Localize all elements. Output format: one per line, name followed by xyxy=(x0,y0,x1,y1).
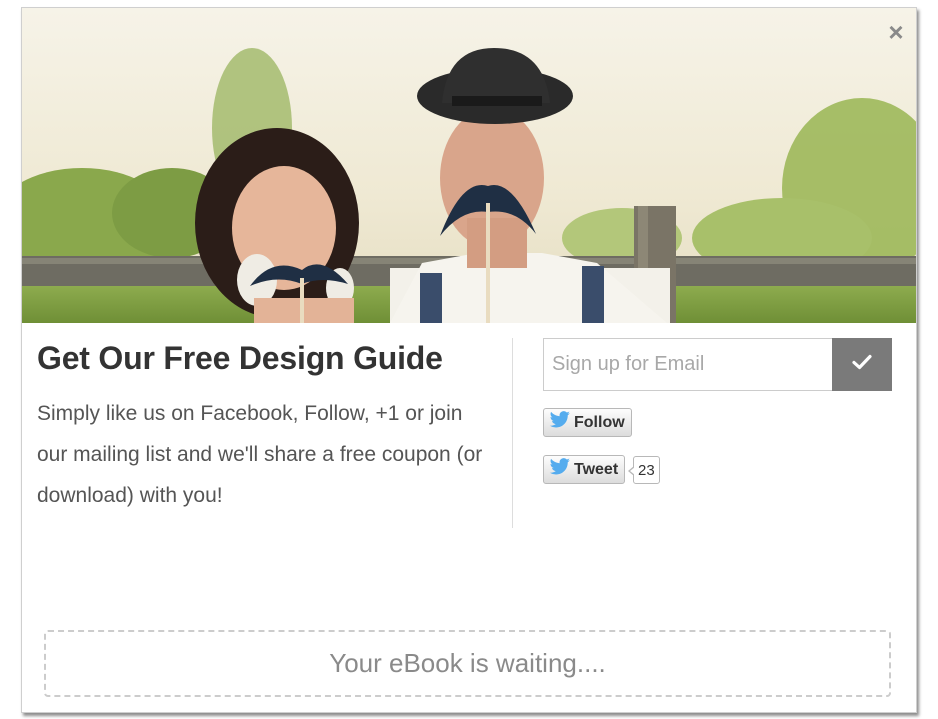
ebook-download-box[interactable]: Your eBook is waiting.... xyxy=(44,630,891,697)
twitter-follow-button[interactable]: Follow xyxy=(543,408,632,437)
close-button[interactable]: × xyxy=(884,19,908,45)
content-left: Get Our Free Design Guide Simply like us… xyxy=(37,340,497,516)
signup-modal: × Get Our Free Design Guide Simply like … xyxy=(21,7,917,713)
twitter-bird-icon xyxy=(549,458,571,481)
tweet-label: Tweet xyxy=(574,460,619,478)
column-divider xyxy=(512,338,513,528)
description-text: Simply like us on Facebook, Follow, +1 o… xyxy=(37,402,483,507)
twitter-bird-icon xyxy=(549,411,571,434)
email-field[interactable] xyxy=(543,338,832,391)
page-title: Get Our Free Design Guide xyxy=(37,340,443,376)
ebook-label: Your eBook is waiting.... xyxy=(329,648,606,678)
submit-email-button[interactable] xyxy=(832,338,892,391)
follow-label: Follow xyxy=(574,413,625,431)
hero-image xyxy=(22,8,916,323)
tweet-count-badge: 23 xyxy=(628,456,660,484)
email-signup-form xyxy=(543,338,892,391)
checkmark-icon xyxy=(852,353,872,376)
twitter-tweet-button[interactable]: Tweet xyxy=(543,455,626,484)
